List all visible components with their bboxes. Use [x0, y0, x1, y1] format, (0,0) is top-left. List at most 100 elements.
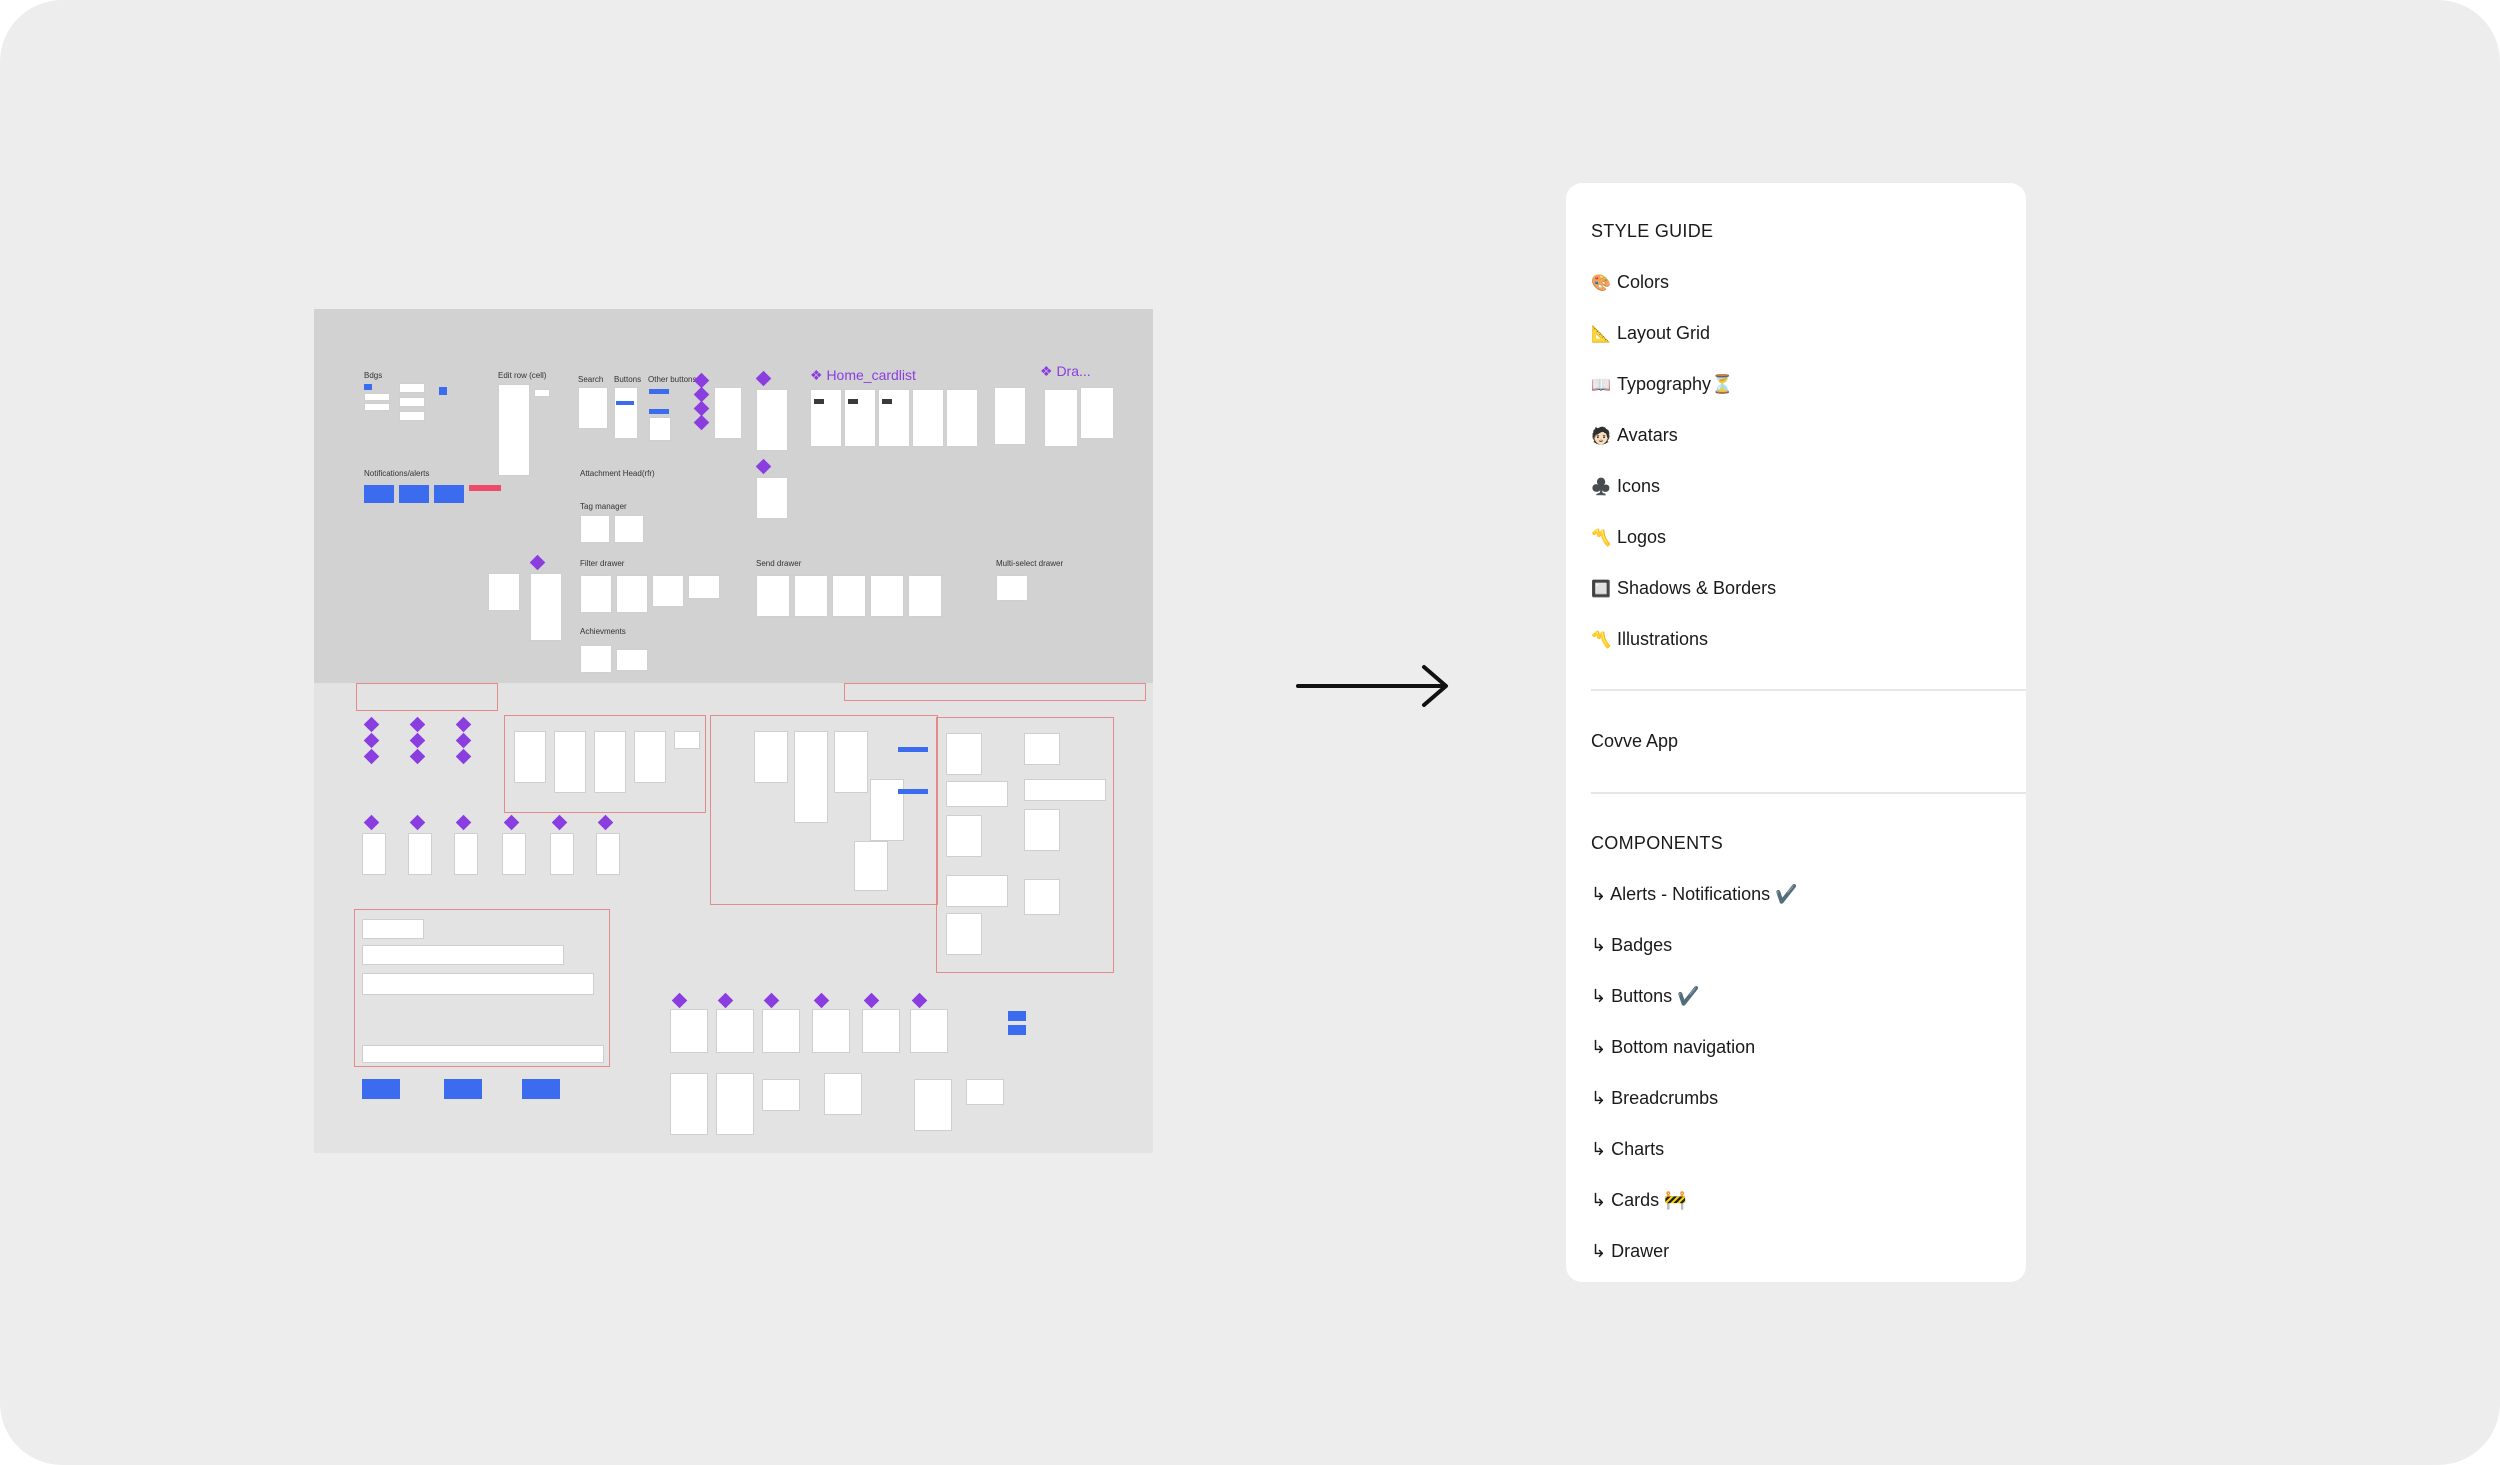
- canvas-mini-block: [399, 485, 429, 503]
- canvas-mini-card: [862, 1009, 900, 1053]
- canvas-mini-card: [1024, 879, 1060, 915]
- canvas-mini-card: [1024, 733, 1060, 765]
- canvas-mini-block: [616, 401, 634, 405]
- page-item-alerts-notifications[interactable]: ↳ Alerts - Notifications ✔️: [1591, 884, 1798, 905]
- canvas-mini-card: [834, 731, 868, 793]
- pages-panel: STYLE GUIDE 🎨 Colors 📐 Layout Grid 📖 Typ…: [1566, 183, 2026, 1282]
- canvas-mini-card: [364, 403, 390, 411]
- canvas-mini-card: [716, 1073, 754, 1135]
- canvas-mini-card: [362, 919, 424, 939]
- component-icon: [363, 732, 380, 749]
- canvas-mini-label: Achievments: [580, 627, 626, 636]
- canvas-mini-card: [594, 731, 626, 793]
- page-item-buttons[interactable]: ↳ Buttons ✔️: [1591, 986, 1700, 1007]
- canvas-mini-label: Attachment Head(rfr): [580, 469, 655, 478]
- component-icon: [597, 814, 614, 831]
- canvas-mini-card: [399, 411, 425, 421]
- canvas-mini-card: [399, 383, 425, 393]
- canvas-mini-card: [502, 833, 526, 875]
- canvas-mini-card: [870, 575, 904, 617]
- canvas-mini-block: [364, 485, 394, 503]
- canvas-mini-card: [1080, 387, 1114, 439]
- page-item-bottom-navigation[interactable]: ↳ Bottom navigation: [1591, 1037, 1755, 1058]
- canvas-thumbnail[interactable]: Bdgs Edit row (cell) Search Buttons Othe…: [314, 309, 1153, 1153]
- canvas-mini-card: [362, 973, 594, 995]
- component-icon: [455, 814, 472, 831]
- canvas-mini-card: [362, 945, 564, 965]
- canvas-frame-label-drawer: ❖ Dra...: [1040, 363, 1091, 379]
- canvas-mini-block: [898, 747, 928, 752]
- component-icon: [503, 814, 520, 831]
- canvas-mini-card: [554, 731, 586, 793]
- canvas-mini-label: Send drawer: [756, 559, 802, 568]
- component-icon: [763, 992, 780, 1009]
- canvas-mini-card: [878, 389, 910, 447]
- canvas-mini-card: [912, 389, 944, 447]
- canvas-mini-dark: [882, 399, 892, 404]
- component-icon: [409, 732, 426, 749]
- canvas-mini-label: Other buttons: [648, 375, 697, 384]
- canvas-mini-card: [824, 1073, 862, 1115]
- canvas-mini-card: [762, 1009, 800, 1053]
- canvas-mini-card: [534, 389, 550, 397]
- canvas-mini-card: [399, 397, 425, 407]
- canvas-mini-card: [966, 1079, 1004, 1105]
- page-item-label: Icons: [1617, 476, 1661, 496]
- canvas-mini-card: [1044, 389, 1078, 447]
- canvas-section-box: [356, 683, 498, 711]
- component-icon: [717, 992, 734, 1009]
- canvas-mini-pink: [469, 485, 501, 491]
- canvas-mini-card: [754, 731, 788, 783]
- canvas-mini-card: [910, 1009, 948, 1053]
- page-item-label: Illustrations: [1617, 629, 1709, 649]
- page-item-illustrations[interactable]: 〽️ Illustrations: [1591, 629, 1708, 650]
- canvas-mini-card: [996, 575, 1028, 601]
- component-icon: [813, 992, 830, 1009]
- canvas-mini-block: [362, 1079, 400, 1099]
- triangular-ruler-icon: 📐: [1591, 325, 1611, 343]
- canvas-mini-card: [756, 389, 788, 451]
- page-item-cards[interactable]: ↳ Cards 🚧: [1591, 1190, 1687, 1211]
- canvas-mini-card: [688, 575, 720, 599]
- canvas-mini-block: [649, 389, 669, 394]
- page-item-drawer[interactable]: ↳ Drawer: [1591, 1241, 1669, 1262]
- page-item-logos[interactable]: 〽️ Logos: [1591, 527, 1666, 548]
- canvas-mini-card: [454, 833, 478, 875]
- component-icon: [409, 748, 426, 765]
- canvas-mini-card: [550, 833, 574, 875]
- black-square-button-icon: 🔲: [1591, 580, 1611, 598]
- component-icon: [409, 716, 426, 733]
- canvas-mini-card: [762, 1079, 800, 1111]
- canvas-mini-card: [756, 477, 788, 519]
- canvas-mini-card: [634, 731, 666, 783]
- canvas-mini-card: [408, 833, 432, 875]
- page-item-icons[interactable]: ♣️ Icons: [1591, 476, 1660, 497]
- canvas-mini-card: [714, 387, 742, 439]
- canvas-mini-card: [908, 575, 942, 617]
- canvas-mini-label: Tag manager: [580, 502, 627, 511]
- palette-icon: 🎨: [1591, 274, 1611, 292]
- canvas-mini-card: [364, 393, 390, 401]
- canvas-mini-block: [898, 789, 928, 794]
- page-item-avatars[interactable]: 🧑🏻 Avatars: [1591, 425, 1678, 446]
- page-item-layout-grid[interactable]: 📐 Layout Grid: [1591, 323, 1710, 344]
- canvas-mini-card: [498, 384, 530, 476]
- club-suit-icon: ♣️: [1591, 478, 1611, 496]
- page-item-badges[interactable]: ↳ Badges: [1591, 935, 1672, 956]
- divider: [1591, 689, 2026, 691]
- page-item-shadows-borders[interactable]: 🔲 Shadows & Borders: [1591, 578, 1776, 599]
- component-icon: [363, 716, 380, 733]
- page-item-typography[interactable]: 📖 Typography⏳: [1591, 374, 1733, 395]
- canvas-mini-card: [530, 573, 562, 641]
- page-item-covve-app[interactable]: Covve App: [1591, 731, 1678, 752]
- canvas-mini-card: [946, 815, 982, 857]
- canvas-mini-card: [670, 1073, 708, 1135]
- canvas-mini-card: [649, 417, 671, 441]
- page-item-charts[interactable]: ↳ Charts: [1591, 1139, 1664, 1160]
- page-item-colors[interactable]: 🎨 Colors: [1591, 272, 1669, 293]
- page-item-label: Avatars: [1617, 425, 1678, 445]
- page-item-label: Logos: [1617, 527, 1667, 547]
- page-item-breadcrumbs[interactable]: ↳ Breadcrumbs: [1591, 1088, 1718, 1109]
- part-alternation-mark-icon: 〽️: [1591, 529, 1611, 547]
- canvas-mini-card: [994, 387, 1026, 445]
